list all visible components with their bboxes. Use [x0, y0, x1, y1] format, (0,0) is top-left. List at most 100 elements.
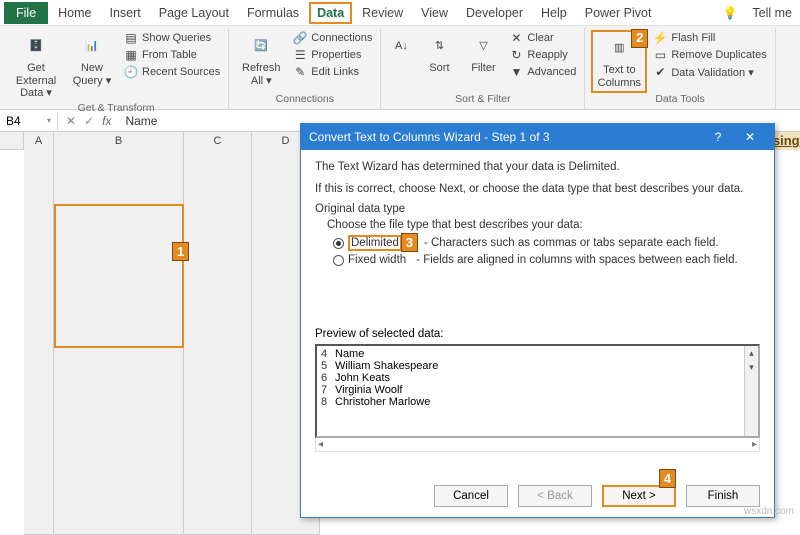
delimited-radio[interactable]: Delimited 3 - Characters such as commas …	[333, 235, 760, 251]
radio-icon	[333, 255, 344, 266]
group-connections: 🔄 Refresh All ▾ 🔗Connections ☰Properties…	[229, 28, 381, 109]
clear-icon: ✕	[509, 31, 523, 45]
fx-icon[interactable]: fx	[102, 114, 111, 128]
edit-links-icon: ✎	[293, 65, 307, 79]
recent-sources-button[interactable]: 🕘Recent Sources	[122, 64, 222, 80]
remove-duplicates-button[interactable]: ▭Remove Duplicates	[651, 47, 768, 63]
fixed-width-radio[interactable]: Fixed width - Fields are aligned in colu…	[333, 254, 760, 266]
filter-icon: ▽	[469, 32, 497, 60]
dialog-title: Convert Text to Columns Wizard - Step 1 …	[309, 130, 702, 144]
text-to-columns-icon: ▥	[605, 34, 633, 62]
badge-3: 3	[401, 233, 418, 252]
preview-row: 8Christoher Marlowe	[321, 396, 754, 408]
preview-box[interactable]: ▴ ▾ 4Name5William Shakespeare6John Keats…	[315, 344, 760, 438]
chevron-down-icon[interactable]: ▾	[47, 116, 51, 125]
connections-button[interactable]: 🔗Connections	[291, 30, 374, 46]
tab-home[interactable]: Home	[50, 2, 99, 24]
refresh-all-button[interactable]: 🔄 Refresh All ▾	[235, 30, 287, 89]
tab-formulas[interactable]: Formulas	[239, 2, 307, 24]
properties-button[interactable]: ☰Properties	[291, 47, 374, 63]
flash-fill-icon: ⚡	[653, 31, 667, 45]
group-label: Data Tools	[591, 93, 768, 107]
text-to-columns-button[interactable]: ▥ Text to Columns 2	[591, 30, 647, 93]
tab-review[interactable]: Review	[354, 2, 411, 24]
group-legend: Original data type	[315, 203, 760, 215]
sort-button[interactable]: ⇅Sort	[419, 30, 459, 77]
column-header[interactable]: C	[184, 132, 252, 535]
column-header[interactable]: A	[24, 132, 54, 535]
table-icon: ▦	[124, 48, 138, 62]
badge-4: 4	[659, 469, 676, 488]
properties-icon: ☰	[293, 48, 307, 62]
tab-insert[interactable]: Insert	[102, 2, 149, 24]
cancel-button[interactable]: Cancel	[434, 485, 508, 507]
remove-dup-icon: ▭	[653, 48, 667, 62]
tell-me[interactable]: Tell me	[744, 2, 800, 24]
edit-links-button[interactable]: ✎Edit Links	[291, 64, 374, 80]
badge-1: 1	[172, 242, 189, 261]
radio-icon	[333, 238, 344, 249]
next-button[interactable]: Next > 4	[602, 485, 676, 507]
group-sublabel: Choose the file type that best describes…	[327, 219, 760, 231]
data-val-icon: ✔	[653, 65, 667, 79]
reapply-icon: ↻	[509, 48, 523, 62]
preview-row: 6John Keats	[321, 372, 754, 384]
queries-icon: ▤	[124, 31, 138, 45]
scrollbar-horizontal[interactable]: ◂▸	[315, 438, 760, 452]
new-query-button[interactable]: 📊 New Query ▾	[66, 30, 118, 89]
column-header[interactable]: B	[54, 132, 184, 535]
name-box[interactable]: B4▾	[0, 112, 58, 130]
wizard-intro-1: The Text Wizard has determined that your…	[315, 160, 760, 176]
tab-developer[interactable]: Developer	[458, 2, 531, 24]
finish-button[interactable]: Finish	[686, 485, 760, 507]
flash-fill-button[interactable]: ⚡Flash Fill	[651, 30, 768, 46]
wizard-intro-2: If this is correct, choose Next, or choo…	[315, 182, 760, 198]
new-query-icon: 📊	[78, 32, 106, 60]
sort-az-icon: A↓	[387, 32, 415, 60]
scroll-down-icon[interactable]: ▾	[745, 360, 758, 374]
tab-data[interactable]: Data	[309, 2, 352, 24]
connections-icon: 🔗	[293, 31, 307, 45]
reapply-button[interactable]: ↻Reapply	[507, 47, 578, 63]
preview-section: Preview of selected data: ▴ ▾ 4Name5Will…	[315, 328, 760, 452]
close-button[interactable]: ✕	[734, 130, 766, 144]
tab-file[interactable]: File	[4, 2, 48, 24]
advanced-icon: ▼	[509, 65, 523, 79]
badge-2: 2	[631, 29, 648, 48]
data-validation-button[interactable]: ✔Data Validation ▾	[651, 64, 768, 80]
recent-icon: 🕘	[124, 65, 138, 79]
group-label: Sort & Filter	[387, 93, 578, 107]
advanced-button[interactable]: ▼Advanced	[507, 64, 578, 80]
tab-view[interactable]: View	[413, 2, 456, 24]
delimited-desc: - Characters such as commas or tabs sepa…	[424, 237, 719, 249]
clear-button[interactable]: ✕Clear	[507, 30, 578, 46]
help-button[interactable]: ?	[702, 130, 734, 144]
sort-az-button[interactable]: A↓	[387, 30, 415, 64]
tab-power-pivot[interactable]: Power Pivot	[577, 2, 660, 24]
show-queries-button[interactable]: ▤Show Queries	[122, 30, 222, 46]
refresh-icon: 🔄	[247, 32, 275, 60]
from-table-button[interactable]: ▦From Table	[122, 47, 222, 63]
tab-page-layout[interactable]: Page Layout	[151, 2, 237, 24]
watermark: wsxdn.com	[744, 506, 794, 517]
menu-bar: File Home Insert Page Layout Formulas Da…	[0, 0, 800, 26]
group-get-transform: 🗄️ Get External Data ▾ 📊 New Query ▾ ▤Sh…	[4, 28, 229, 109]
database-icon: 🗄️	[22, 32, 50, 60]
dialog-titlebar[interactable]: Convert Text to Columns Wizard - Step 1 …	[301, 124, 774, 150]
scroll-up-icon[interactable]: ▴	[745, 346, 758, 360]
back-button[interactable]: < Back	[518, 485, 592, 507]
preview-label: Preview of selected data:	[315, 328, 760, 340]
group-label: Connections	[235, 93, 374, 107]
text-to-columns-wizard-dialog: Convert Text to Columns Wizard - Step 1 …	[300, 123, 775, 518]
cancel-formula-icon[interactable]: ✕	[66, 114, 76, 128]
scrollbar-vertical[interactable]: ▴ ▾	[744, 346, 758, 436]
preview-row: 4Name	[321, 348, 754, 360]
get-external-data-button[interactable]: 🗄️ Get External Data ▾	[10, 30, 62, 102]
dialog-button-row: Cancel < Back Next > 4 Finish	[434, 485, 760, 507]
enter-formula-icon[interactable]: ✓	[84, 114, 94, 128]
preview-row: 5William Shakespeare	[321, 360, 754, 372]
fixed-desc: - Fields are aligned in columns with spa…	[416, 254, 738, 266]
tab-help[interactable]: Help	[533, 2, 575, 24]
group-sort-filter: A↓ ⇅Sort ▽Filter ✕Clear ↻Reapply ▼Advanc…	[381, 28, 585, 109]
filter-button[interactable]: ▽Filter	[463, 30, 503, 77]
